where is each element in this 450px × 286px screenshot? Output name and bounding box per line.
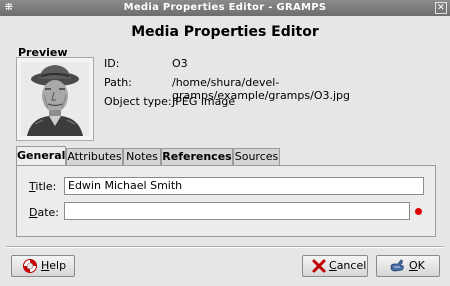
red-x-icon — [312, 259, 326, 273]
object-type-value: JPEG image — [172, 95, 236, 108]
ok-hand-icon — [390, 259, 404, 272]
tab-sources[interactable]: Sources — [233, 148, 280, 165]
lifebuoy-icon — [23, 259, 37, 273]
media-properties-dialog: ⁜ Media Properties Editor - GRAMPS ✕ Med… — [0, 0, 450, 286]
date-field[interactable] — [64, 202, 410, 220]
cancel-button-label: Cancel — [329, 259, 367, 272]
help-button-label: Help — [41, 259, 67, 272]
tab-general[interactable]: General — [16, 146, 66, 166]
tab-references[interactable]: References — [161, 148, 233, 165]
window-titlebar[interactable]: ⁜ Media Properties Editor - GRAMPS ✕ — [0, 0, 450, 16]
path-label: Path: — [104, 76, 132, 89]
id-value: O3 — [172, 57, 188, 70]
cancel-button[interactable]: Cancel — [302, 255, 368, 277]
tab-notes[interactable]: Notes — [123, 148, 161, 165]
date-validation-indicator-icon — [415, 208, 422, 215]
preview-frame[interactable] — [16, 57, 94, 141]
tab-attributes[interactable]: Attributes — [66, 148, 123, 165]
general-tab-panel: Title: Edwin Michael Smith Date: — [16, 165, 436, 237]
help-button[interactable]: Help — [11, 255, 75, 277]
object-type-label: Object type: — [104, 95, 172, 108]
close-icon[interactable]: ✕ — [435, 2, 447, 14]
title-field[interactable]: Edwin Michael Smith — [64, 177, 424, 195]
ok-button[interactable]: OK — [376, 255, 440, 277]
dialog-heading: Media Properties Editor — [131, 24, 319, 40]
ok-button-label: OK — [409, 259, 425, 272]
window-title: Media Properties Editor - GRAMPS — [123, 2, 327, 13]
date-label: Date: — [29, 206, 60, 219]
window-menu-icon[interactable]: ⁜ — [3, 2, 15, 14]
preview-image[interactable] — [21, 62, 89, 136]
title-label: Title: — [29, 180, 57, 193]
id-label: ID: — [104, 57, 120, 70]
button-separator — [6, 246, 444, 248]
